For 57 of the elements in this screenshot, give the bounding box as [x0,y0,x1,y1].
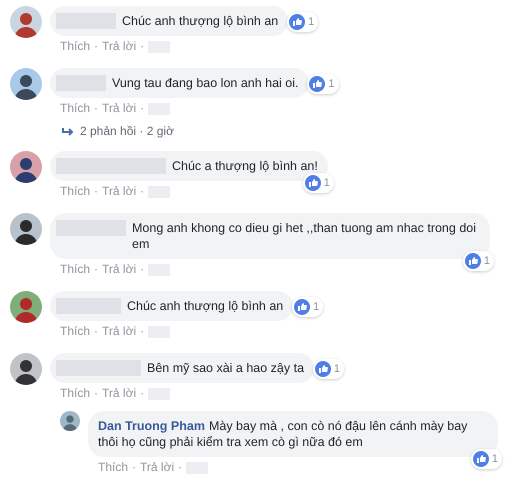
avatar-icon[interactable] [10,151,42,183]
comment-text: Chúc a thượng lộ bình an! [172,158,318,174]
separator-dot: · [94,262,98,277]
like-link[interactable]: Thích [60,39,90,54]
separator-dot: · [140,262,144,277]
like-count: 1 [470,449,502,469]
like-link[interactable]: Thích [60,386,90,401]
separator-dot: · [178,460,182,475]
like-count: 1 [292,297,324,317]
reply-link[interactable]: Trả lời [102,324,136,339]
like-link[interactable]: Thích [60,324,90,339]
reply-link[interactable]: Trả lời [102,386,136,401]
like-icon [464,253,481,269]
like-link[interactable]: Thích [60,101,90,116]
separator-dot: · [140,39,144,54]
view-replies-link[interactable]: 2 phản hồi · 2 giờ [62,124,174,139]
reply-arrow-icon [62,126,74,136]
separator-dot: · [94,324,98,339]
like-count: 1 [312,359,344,379]
like-icon [294,299,310,315]
avatar-icon[interactable] [10,353,42,385]
comment-text: Vung tau đang bao lon anh hai oi. [112,75,298,91]
like-count: 1 [287,12,318,32]
separator-dot: · [140,184,144,199]
reply-link[interactable]: Trả lời [102,39,136,54]
comment-text: Chúc anh thượng lộ bình an [122,13,278,29]
reply-link[interactable]: Trả lời [102,184,136,199]
like-link[interactable]: Thích [98,460,128,475]
like-icon [472,451,489,467]
like-count: 1 [462,251,494,271]
separator-dot: · [140,324,144,339]
reply-link[interactable]: Trả lời [102,262,136,277]
avatar-icon[interactable] [10,213,42,245]
comment-text: Chúc anh thượng lộ bình an [127,298,284,314]
comment-text: Dan Truong Pham Mày bay mà , con cò nó đậu lên cánh mày bay thôi họ cũng phải kiểm tra xem cò gì nữa đó em [98,418,468,450]
reply-link[interactable]: Trả lời [102,101,136,116]
comment-text: Bên mỹ sao xài a hao zậy ta [147,360,304,376]
separator-dot: · [140,101,144,116]
separator-dot: · [94,184,98,199]
like-link[interactable]: Thích [60,184,90,199]
avatar-icon[interactable] [10,6,42,38]
separator-dot: · [94,386,98,401]
avatar-icon[interactable] [10,68,42,100]
separator-dot: · [132,460,136,475]
like-icon [304,175,321,191]
like-icon [314,361,331,377]
like-link[interactable]: Thích [60,262,90,277]
like-count: 1 [307,74,338,94]
separator-dot: · [140,386,144,401]
separator-dot: · [94,39,98,54]
comment-text: Mong anh khong co dieu gi het ,,than tuong am nhac trong doi em [132,220,477,252]
like-icon [309,76,326,92]
avatar-icon[interactable] [10,291,42,323]
like-count: 1 [302,173,334,193]
reply-link[interactable]: Trả lời [140,460,174,475]
like-icon [289,14,306,30]
separator-dot: · [94,101,98,116]
